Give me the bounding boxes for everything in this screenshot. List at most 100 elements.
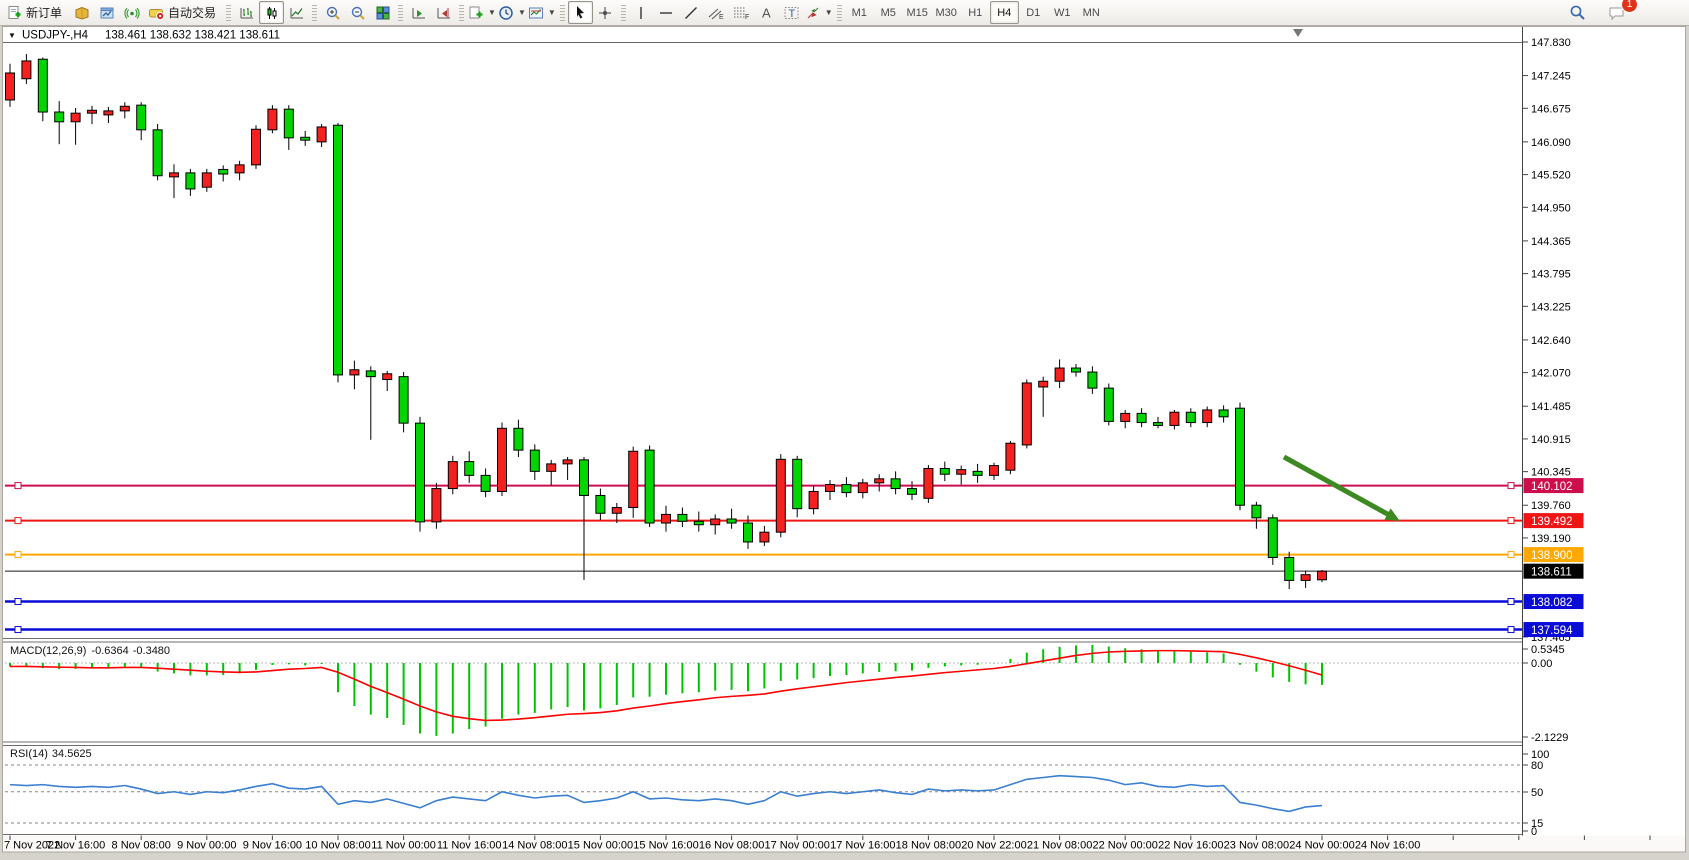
price-axis-label: 141.485 xyxy=(1531,401,1571,413)
line-handle xyxy=(1508,518,1514,524)
timeframe-H1[interactable]: H1 xyxy=(961,1,990,24)
bar-chart-icon xyxy=(239,5,255,21)
vertical-line-button[interactable] xyxy=(629,1,654,24)
notifications-button[interactable]: 1 xyxy=(1604,1,1629,24)
time-axis-label: 11 Nov 00:00 xyxy=(371,840,436,852)
trendline-button[interactable] xyxy=(679,1,704,24)
time-axis-label: 23 Nov 08:00 xyxy=(1224,840,1289,852)
price-badge-label: 139.492 xyxy=(1531,516,1573,528)
new-order-button[interactable]: 新订单 xyxy=(3,1,69,24)
price-axis-label: 144.950 xyxy=(1531,202,1571,214)
candle-mode-button[interactable] xyxy=(259,1,284,24)
price-axis-label: 139.190 xyxy=(1531,533,1571,545)
toolbar-separator xyxy=(312,5,317,21)
candle xyxy=(924,465,933,503)
time-axis-label: 11 Nov 16:00 xyxy=(437,840,502,852)
price-badge-label: 137.594 xyxy=(1531,625,1573,637)
one-click-arrow-icon[interactable]: ▼ xyxy=(8,31,16,40)
time-axis-label: 9 Nov 00:00 xyxy=(177,840,236,852)
timeframe-M15[interactable]: M15 xyxy=(903,1,932,24)
horizontal-line-button[interactable] xyxy=(654,1,679,24)
notification-badge: 1 xyxy=(1621,0,1638,13)
candle xyxy=(416,417,425,532)
search-button[interactable] xyxy=(1565,1,1590,24)
crosshair-button[interactable] xyxy=(593,1,618,24)
price-axis-label: 142.070 xyxy=(1531,368,1571,380)
arrows-button[interactable]: ▼ xyxy=(804,1,834,24)
crosshair-icon xyxy=(597,5,613,21)
svg-text:E: E xyxy=(719,14,724,21)
new-order-label: 新订单 xyxy=(26,4,62,21)
timeframe-M5[interactable]: M5 xyxy=(874,1,903,24)
macd-axis-label: -2.1229 xyxy=(1531,732,1568,744)
candle xyxy=(629,447,638,518)
time-axis-label: 24 Nov 16:00 xyxy=(1355,840,1420,852)
timeframe-D1[interactable]: D1 xyxy=(1019,1,1048,24)
horizontal-line-icon xyxy=(658,6,674,20)
timeframe-MN[interactable]: MN xyxy=(1077,1,1106,24)
fibonacci-button[interactable]: F xyxy=(729,1,754,24)
market-watch-button[interactable] xyxy=(69,1,94,24)
timeframe-M1[interactable]: M1 xyxy=(845,1,874,24)
macd-axis-label: 0.5345 xyxy=(1531,644,1565,656)
tile-windows-button[interactable] xyxy=(370,1,395,24)
text-icon: A xyxy=(759,5,774,21)
timeframe-H4[interactable]: H4 xyxy=(990,1,1019,24)
time-axis-label: 15 Nov 16:00 xyxy=(633,840,698,852)
zoom-out-icon xyxy=(350,5,366,21)
timeframe-M30[interactable]: M30 xyxy=(932,1,961,24)
candle xyxy=(153,124,162,180)
equidistant-channel-button[interactable]: E xyxy=(704,1,729,24)
candle xyxy=(399,372,408,432)
time-axis-label: 22 Nov 16:00 xyxy=(1158,840,1223,852)
time-axis-label: 10 Nov 08:00 xyxy=(305,840,370,852)
auto-scroll-icon xyxy=(411,5,427,21)
zoom-in-button[interactable] xyxy=(320,1,345,24)
autotrading-button[interactable]: 自动交易 xyxy=(144,1,223,24)
navigator-icon xyxy=(99,5,115,21)
indicators-icon xyxy=(468,5,484,21)
cursor-button[interactable] xyxy=(568,1,593,24)
periods-button[interactable]: ▼ xyxy=(497,1,527,24)
timeframe-W1[interactable]: W1 xyxy=(1048,1,1077,24)
line-handle xyxy=(1508,627,1514,633)
auto-scroll-button[interactable] xyxy=(406,1,431,24)
svg-text:F: F xyxy=(745,14,749,21)
price-axis-label: 142.640 xyxy=(1531,335,1571,347)
macd-axis-label: 0.00 xyxy=(1531,658,1552,670)
templates-button[interactable]: ▼ xyxy=(527,1,557,24)
chart-area[interactable]: 147.830147.245146.675146.090145.520144.9… xyxy=(0,0,1689,860)
trendline-icon xyxy=(683,5,699,21)
candle xyxy=(1104,384,1113,426)
navigator-button[interactable] xyxy=(94,1,119,24)
time-axis[interactable]: 7 Nov 20227 Nov 16:008 Nov 08:009 Nov 00… xyxy=(2,836,1686,853)
toolbar-separator xyxy=(398,5,403,21)
chart-shift-icon xyxy=(436,5,452,21)
chart-shift-button[interactable] xyxy=(431,1,456,24)
text-label-button[interactable]: T xyxy=(779,1,804,24)
line-handle xyxy=(15,518,21,524)
signals-button[interactable] xyxy=(119,1,144,24)
line-chart-mode-button[interactable] xyxy=(284,1,309,24)
text-button[interactable]: A xyxy=(754,1,779,24)
zoom-out-button[interactable] xyxy=(345,1,370,24)
time-axis-label: 17 Nov 00:00 xyxy=(764,840,829,852)
price-axis-label: 140.345 xyxy=(1531,467,1571,479)
price-axis-label: 143.225 xyxy=(1531,301,1571,313)
toolbar: 新订单 自动交易 xyxy=(0,0,1689,26)
candle xyxy=(1268,514,1277,565)
price-axis-label: 143.795 xyxy=(1531,269,1571,281)
line-handle xyxy=(1508,552,1514,558)
price-axis[interactable]: 147.830147.245146.675146.090145.520144.9… xyxy=(1523,27,1687,852)
indicators-button[interactable]: ▼ xyxy=(467,1,497,24)
chart-title: USDJPY-,H4 xyxy=(22,30,89,42)
toolbar-separator xyxy=(226,5,231,21)
candlestick-icon xyxy=(264,5,280,21)
candle xyxy=(1022,380,1031,449)
new-order-icon xyxy=(7,5,23,21)
time-axis-label: 14 Nov 08:00 xyxy=(502,840,567,852)
price-axis-label: 146.675 xyxy=(1531,103,1571,115)
channel-icon: E xyxy=(707,5,725,21)
tile-windows-icon xyxy=(375,5,391,21)
bar-chart-mode-button[interactable] xyxy=(234,1,259,24)
